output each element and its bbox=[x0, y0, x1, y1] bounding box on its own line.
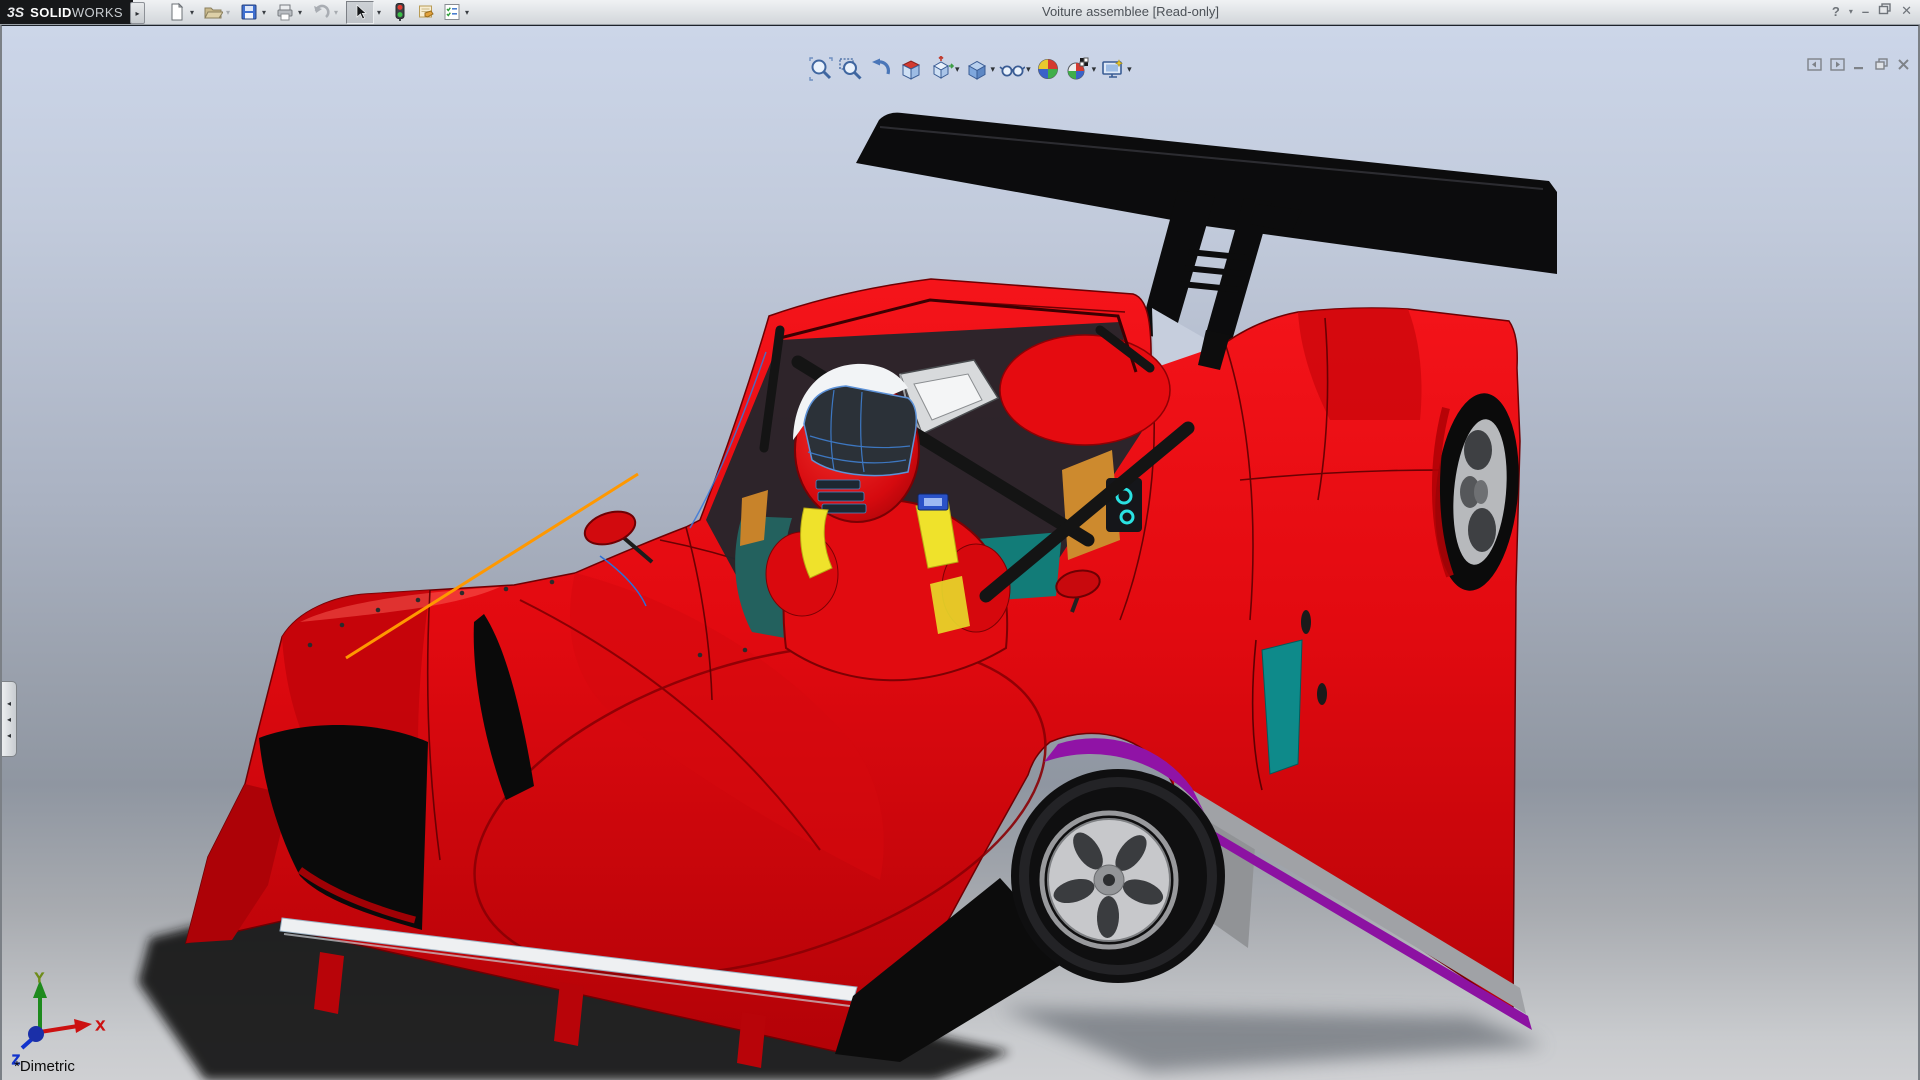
doc-restore-button[interactable] bbox=[1874, 58, 1889, 71]
help-button[interactable]: ? bbox=[1832, 4, 1840, 19]
undo-caret[interactable]: ▾ bbox=[331, 8, 341, 17]
view-settings-icon bbox=[1100, 56, 1126, 82]
hide-show-items-caret[interactable]: ▾ bbox=[1026, 64, 1031, 75]
doc-close-button[interactable] bbox=[1897, 58, 1910, 71]
edit-appearance-icon bbox=[1035, 56, 1061, 82]
view-settings-caret[interactable]: ▾ bbox=[1127, 64, 1132, 75]
help-caret[interactable]: ▾ bbox=[1849, 7, 1853, 16]
open-caret[interactable]: ▾ bbox=[223, 8, 233, 17]
view-orientation-label: *Dimetric bbox=[14, 1058, 75, 1075]
view-settings-button[interactable]: ▾ bbox=[1100, 56, 1132, 82]
print-icon[interactable] bbox=[274, 2, 295, 23]
triad-x-label: X bbox=[96, 1018, 105, 1033]
collapse-arrow-icon: ◂ bbox=[7, 731, 11, 740]
tile-right-button[interactable] bbox=[1830, 58, 1845, 71]
save-group: ▾ bbox=[238, 2, 269, 23]
open-group: ▾ bbox=[202, 2, 233, 23]
model-voiture-assemblee[interactable] bbox=[0, 0, 1920, 1080]
zoom-to-fit-button[interactable] bbox=[808, 56, 834, 82]
brand-solid: SOLID bbox=[30, 5, 72, 20]
rebuild-traffic-light-icon[interactable] bbox=[389, 2, 410, 23]
options-group: ▾ bbox=[441, 2, 472, 23]
section-view-button[interactable] bbox=[898, 56, 924, 82]
view-orientation-icon bbox=[928, 56, 954, 82]
options-caret[interactable]: ▾ bbox=[462, 8, 472, 17]
save-caret[interactable]: ▾ bbox=[259, 8, 269, 17]
view-orientation-caret[interactable]: ▾ bbox=[955, 64, 960, 75]
hide-show-items-button[interactable]: ▾ bbox=[999, 56, 1031, 82]
select-caret[interactable]: ▾ bbox=[374, 8, 384, 17]
title-bar: 3S SOLIDWORKS ▸ ▾ ▾ ▾ bbox=[0, 0, 1920, 25]
app-restore-button[interactable] bbox=[1878, 2, 1892, 20]
previous-view-button[interactable] bbox=[868, 56, 894, 82]
select-cursor-icon bbox=[351, 3, 369, 21]
section-view-icon bbox=[898, 56, 924, 82]
feature-manager-collapsed-tab[interactable]: ◂ ◂ ◂ bbox=[2, 681, 17, 757]
zoom-to-fit-icon bbox=[808, 56, 834, 82]
print-caret[interactable]: ▾ bbox=[295, 8, 305, 17]
standard-toolbar: ▾ ▾ ▾ ▾ ▾ bbox=[166, 1, 477, 23]
driver-helmet bbox=[793, 364, 919, 522]
view-orientation-button[interactable]: ▾ bbox=[928, 56, 960, 82]
hide-show-items-icon bbox=[999, 56, 1025, 82]
display-style-caret[interactable]: ▾ bbox=[991, 64, 996, 75]
display-style-button[interactable]: ▾ bbox=[964, 56, 996, 82]
print-group: ▾ bbox=[274, 2, 305, 23]
previous-view-icon bbox=[868, 56, 894, 82]
zoom-to-area-button[interactable] bbox=[838, 56, 864, 82]
collapse-arrow-icon: ◂ bbox=[7, 699, 11, 708]
apply-scene-button[interactable]: ▾ bbox=[1065, 56, 1097, 82]
doc-minimize-button[interactable] bbox=[1853, 58, 1866, 71]
menu-expand-tab[interactable]: ▸ bbox=[130, 2, 145, 24]
headsup-view-toolbar: ▾ ▾ ▾ ▾ ▾ bbox=[808, 56, 1136, 82]
ds-logo-mark: 3S bbox=[7, 4, 24, 20]
tile-left-button[interactable] bbox=[1807, 58, 1822, 71]
triad-y-label: Y bbox=[35, 972, 44, 985]
orientation-triad: Y X Z bbox=[6, 972, 116, 1072]
rebuild-group bbox=[389, 2, 410, 23]
collapse-arrow-icon: ◂ bbox=[7, 715, 11, 724]
document-window-controls bbox=[1807, 58, 1910, 71]
solidworks-window: 3S SOLIDWORKS ▸ ▾ ▾ ▾ bbox=[0, 0, 1920, 1080]
document-title: Voiture assemblee [Read-only] bbox=[1042, 4, 1219, 19]
app-minimize-button[interactable]: – bbox=[1862, 4, 1869, 19]
new-document-icon[interactable] bbox=[166, 2, 187, 23]
edit-color-group bbox=[415, 2, 436, 23]
new-document-caret[interactable]: ▾ bbox=[187, 8, 197, 17]
edit-color-icon[interactable] bbox=[415, 2, 436, 23]
options-list-icon[interactable] bbox=[441, 2, 462, 23]
save-icon[interactable] bbox=[238, 2, 259, 23]
app-window-controls: ? ▾ – ✕ bbox=[1832, 2, 1912, 20]
new-document-group: ▾ bbox=[166, 2, 197, 23]
display-style-icon bbox=[964, 56, 990, 82]
select-tool-button[interactable] bbox=[346, 1, 374, 24]
solidworks-logo: 3S SOLIDWORKS bbox=[0, 0, 133, 24]
edit-appearance-button[interactable] bbox=[1035, 56, 1061, 82]
undo-icon[interactable] bbox=[310, 2, 331, 23]
zoom-to-area-icon bbox=[838, 56, 864, 82]
undo-group: ▾ bbox=[310, 2, 341, 23]
brand-works: WORKS bbox=[72, 5, 123, 20]
open-icon[interactable] bbox=[202, 2, 223, 23]
select-group: ▾ bbox=[346, 1, 384, 24]
app-close-button[interactable]: ✕ bbox=[1901, 3, 1912, 19]
apply-scene-caret[interactable]: ▾ bbox=[1092, 64, 1097, 75]
rear-wheel[interactable] bbox=[1011, 769, 1225, 983]
apply-scene-icon bbox=[1065, 56, 1091, 82]
